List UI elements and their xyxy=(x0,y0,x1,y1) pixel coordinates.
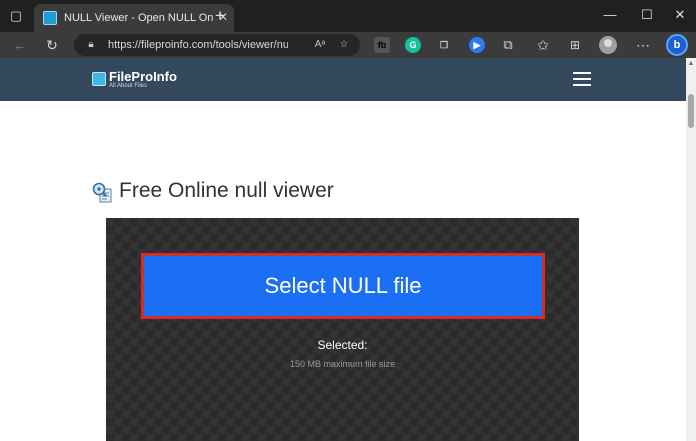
sb-extension-icon[interactable]: fb xyxy=(374,37,390,53)
tab-title: NULL Viewer - Open NULL Onlin xyxy=(64,12,214,24)
max-file-size-note: 150 MB maximum file size xyxy=(289,359,396,369)
close-window-button[interactable]: ✕ xyxy=(670,6,690,24)
browser-toolbar: ← ↻ 🔒︎ https://fileproinfo.com/tools/vie… xyxy=(0,32,696,58)
site-logo[interactable]: FileProInfo All About Files xyxy=(92,69,212,93)
browser-tab[interactable]: NULL Viewer - Open NULL Onlin ✕ xyxy=(34,4,234,32)
extensions-icon[interactable]: ⧉ xyxy=(498,35,518,55)
collections-icon[interactable]: ⊞ xyxy=(565,35,585,55)
scroll-up-arrow-icon[interactable]: ▲ xyxy=(687,60,695,68)
minimize-button[interactable]: — xyxy=(600,6,620,24)
page-title-row: Free Online null viewer xyxy=(91,178,391,206)
copy-extension-label: ❐ xyxy=(439,40,449,50)
select-file-button[interactable]: Select NULL file xyxy=(141,253,545,319)
grammarly-label: G xyxy=(409,40,417,50)
profile-avatar[interactable] xyxy=(599,36,617,54)
scroll-thumb[interactable] xyxy=(688,94,694,128)
logo-mark-icon xyxy=(92,72,106,86)
favorites-icon[interactable]: ✩ xyxy=(533,35,553,55)
tab-actions-icon[interactable]: ▢ xyxy=(8,8,24,24)
add-favorite-icon[interactable]: ☆ xyxy=(336,37,352,53)
screen-recorder-icon[interactable]: ▶ xyxy=(469,37,485,53)
new-tab-button[interactable]: + xyxy=(211,7,229,25)
site-header: FileProInfo All About Files xyxy=(0,58,686,101)
sb-extension-label: fb xyxy=(377,40,387,50)
bing-chat-icon[interactable]: b xyxy=(666,34,688,56)
maximize-button[interactable]: ☐ xyxy=(637,6,657,24)
back-button[interactable]: ← xyxy=(10,35,30,55)
upload-panel: Select NULL file Selected: 150 MB maximu… xyxy=(106,218,579,441)
url-text[interactable]: https://fileproinfo.com/tools/viewer/nul… xyxy=(108,38,288,52)
logo-name: FileProInfo xyxy=(109,69,177,84)
page-scrollbar[interactable]: ▲ xyxy=(686,58,696,441)
refresh-button[interactable]: ↻ xyxy=(42,35,62,55)
magnifier-document-icon xyxy=(92,182,112,203)
logo-tagline: All About Files xyxy=(109,83,148,89)
tab-strip: ▢ NULL Viewer - Open NULL Onlin ✕ + — ☐ … xyxy=(0,0,696,32)
page-title: Free Online null viewer xyxy=(119,179,334,202)
screen-recorder-label: ▶ xyxy=(473,40,481,50)
selected-file-label: Selected: xyxy=(317,338,368,352)
hamburger-menu-icon[interactable] xyxy=(573,71,591,87)
page-viewport: FileProInfo All About Files Free Online … xyxy=(0,58,686,441)
tab-favicon-icon xyxy=(43,11,57,25)
grammarly-icon[interactable]: G xyxy=(405,37,421,53)
more-options-icon[interactable]: ⋯ xyxy=(633,35,653,55)
lock-icon[interactable]: 🔒︎ xyxy=(84,38,98,52)
copy-extension-icon[interactable]: ❐ xyxy=(436,37,452,53)
read-aloud-icon[interactable]: Aᵃ xyxy=(312,37,328,53)
browser-window: ▢ NULL Viewer - Open NULL Onlin ✕ + — ☐ … xyxy=(0,0,696,441)
address-bar[interactable]: 🔒︎ https://fileproinfo.com/tools/viewer/… xyxy=(74,34,360,56)
